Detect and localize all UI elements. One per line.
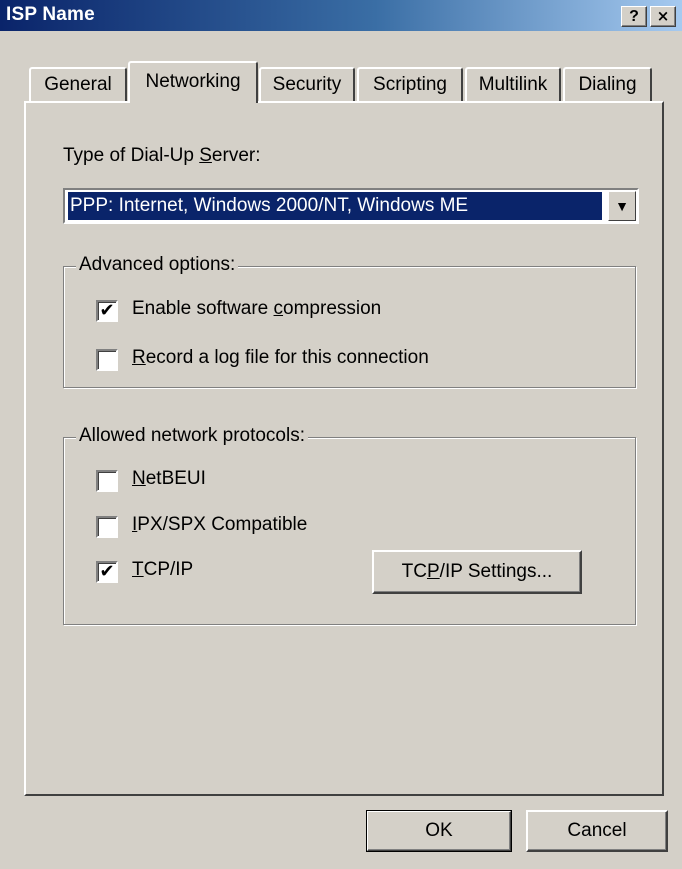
window-title: ISP Name [6,4,95,25]
advanced-options-group: Advanced options: [63,254,636,388]
help-button[interactable]: ? [621,6,647,27]
tab-scripting[interactable]: Scripting [357,67,463,101]
protocols-title: Allowed network protocols: [76,425,308,447]
cancel-button[interactable]: Cancel [526,810,668,852]
tab-general[interactable]: General [29,67,127,101]
dialog-window: ISP Name ? × General Networking Security… [0,0,682,869]
ipx-label[interactable]: IPX/SPX Compatible [132,514,307,536]
ipx-checkbox[interactable] [96,516,118,538]
log-checkbox[interactable] [96,349,118,371]
tab-security[interactable]: Security [259,67,355,101]
compression-label[interactable]: Enable software compression [132,298,381,320]
server-type-select[interactable]: PPP: Internet, Windows 2000/NT, Windows … [63,188,639,224]
dropdown-button[interactable]: ▼ [608,191,636,221]
server-type-value: PPP: Internet, Windows 2000/NT, Windows … [68,192,602,220]
close-icon: × [656,7,670,25]
close-button[interactable]: × [650,6,676,27]
tab-dialing[interactable]: Dialing [563,67,652,101]
netbeui-checkbox[interactable] [96,470,118,492]
tcpip-checkbox[interactable]: ✔ [96,561,118,583]
compression-checkbox[interactable]: ✔ [96,300,118,322]
ok-button[interactable]: OK [366,810,512,852]
log-label[interactable]: Record a log file for this connection [132,347,429,369]
tab-multilink[interactable]: Multilink [465,67,561,101]
tab-join [130,99,254,104]
tcpip-settings-button[interactable]: TCP/IP Settings... [372,550,582,594]
chevron-down-icon: ▼ [615,198,629,214]
tcpip-label[interactable]: TCP/IP [132,559,193,581]
advanced-options-title: Advanced options: [76,254,239,276]
title-bar[interactable]: ISP Name ? × [0,0,682,31]
netbeui-label[interactable]: NetBEUI [132,468,206,490]
tab-networking[interactable]: Networking [128,61,258,103]
server-type-label: Type of Dial-Up Server: [63,145,261,166]
